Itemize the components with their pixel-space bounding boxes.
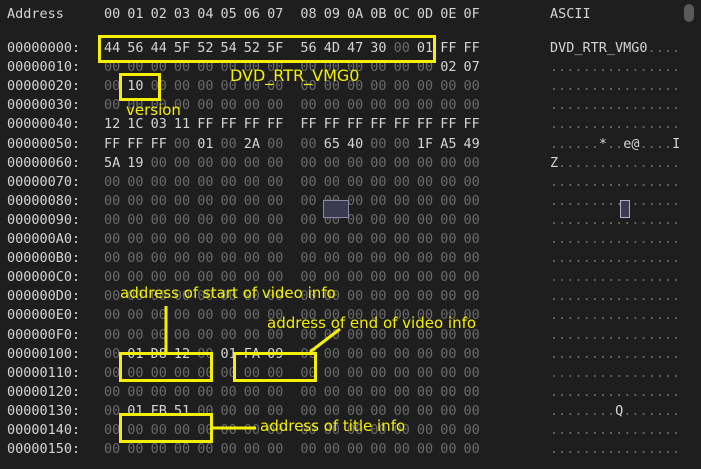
version-annotation: version <box>126 101 181 119</box>
video-end-annotation: address of end of video info <box>267 314 477 332</box>
video-start-annotation: address of start of video info <box>120 284 336 302</box>
hex-viewer: Address 00 01 02 03 04 05 06 07 08 09 0A 0B 0C 0D 0E 0F… <box>0 0 701 469</box>
signature-annotation: DVD_RTR_VMG0 <box>230 66 360 85</box>
title-info-annotation: address of title info <box>260 417 406 435</box>
